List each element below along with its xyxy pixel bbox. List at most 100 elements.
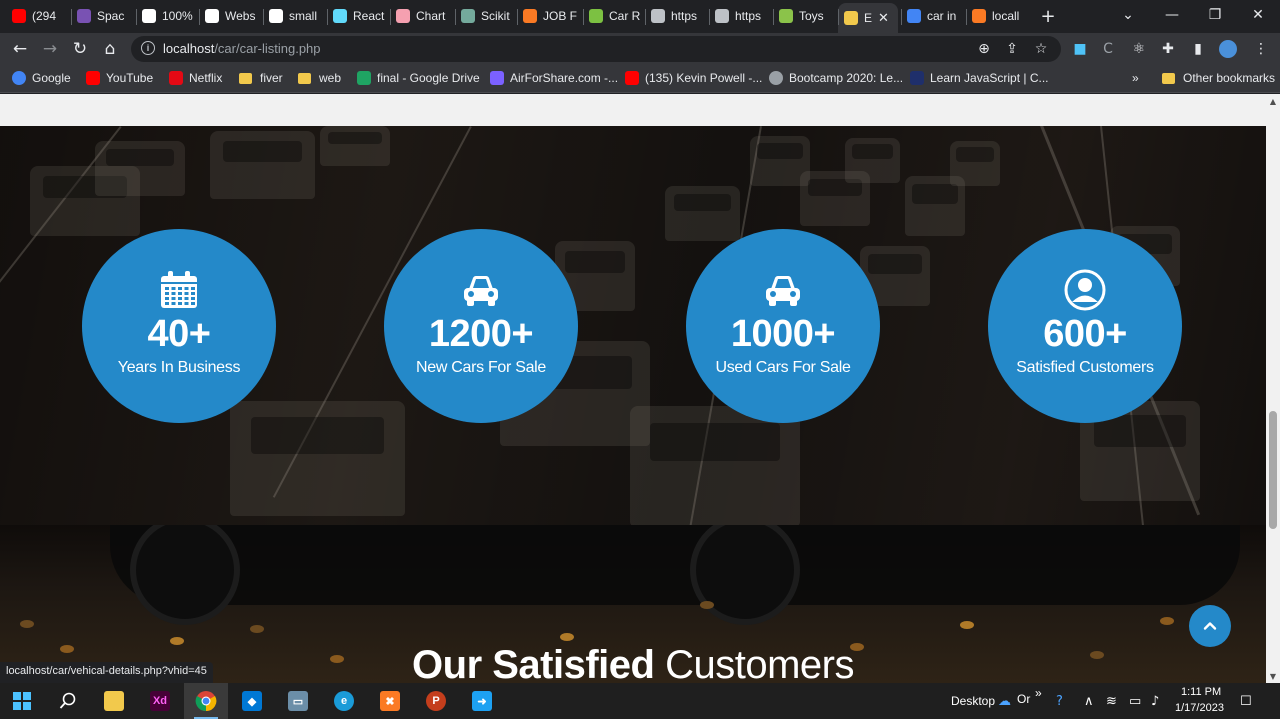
- other-bookmarks[interactable]: Other bookmarks: [1162, 71, 1275, 85]
- back-icon[interactable]: ←: [9, 38, 31, 60]
- browser-tab[interactable]: https: [645, 3, 706, 29]
- side-panel-icon[interactable]: ▮: [1189, 40, 1207, 58]
- browser-tab[interactable]: JOB F: [517, 3, 580, 29]
- xampp-button[interactable]: ✖: [368, 683, 412, 719]
- menu-kebab-icon[interactable]: ⋮: [1252, 40, 1270, 58]
- address-bar[interactable]: i localhost/car/car-listing.php ⊕ ⇪ ☆: [131, 36, 1061, 62]
- heading-light: Customers: [665, 643, 854, 683]
- home-icon[interactable]: ⌂: [99, 38, 121, 60]
- stat-circle: 1000+ Used Cars For Sale: [686, 229, 880, 423]
- page-icon: [844, 11, 858, 25]
- scrollbar-thumb[interactable]: [1269, 411, 1277, 529]
- extension-c-icon[interactable]: C: [1099, 40, 1117, 58]
- browser-tab[interactable]: Toys: [773, 3, 835, 29]
- stat-number: 1000+: [730, 313, 836, 355]
- onedrive-label[interactable]: Or: [1017, 692, 1030, 706]
- browser-tab[interactable]: small: [263, 3, 324, 29]
- window-app-button[interactable]: ▭: [276, 683, 320, 719]
- scroll-to-top-button[interactable]: [1189, 605, 1231, 647]
- site-info-icon[interactable]: i: [141, 41, 155, 55]
- bookmark-item[interactable]: fiver: [239, 71, 283, 85]
- xampp-mountain-icon: [972, 9, 986, 23]
- show-hidden-icons-icon[interactable]: ∧: [1084, 694, 1094, 709]
- browser-tab[interactable]: (294: [6, 3, 68, 29]
- profile-avatar[interactable]: [1219, 40, 1237, 58]
- browser-tab[interactable]: locall: [966, 3, 1032, 29]
- stat-number: 1200+: [428, 313, 534, 355]
- desktop-toolbar-label[interactable]: Desktop: [951, 694, 995, 708]
- new-tab-button[interactable]: +: [1036, 5, 1060, 27]
- car-icon: [762, 269, 804, 311]
- xampp-icon: [523, 9, 537, 23]
- extensions-puzzle-icon[interactable]: ✚: [1159, 40, 1177, 58]
- tab-close-icon[interactable]: ✕: [878, 10, 889, 26]
- browser-tab[interactable]: Car R: [583, 3, 642, 29]
- bookmark-star-icon[interactable]: ☆: [1032, 40, 1050, 58]
- vscode-button[interactable]: ◆: [230, 683, 274, 719]
- scroll-down-arrow-icon[interactable]: ▼: [1266, 669, 1280, 683]
- bookmark-item[interactable]: Bootcamp 2020: Le...: [769, 71, 903, 85]
- search-button[interactable]: [46, 683, 90, 719]
- forward-icon[interactable]: →: [39, 38, 61, 60]
- notifications-icon[interactable]: ☐: [1240, 694, 1252, 709]
- bookmark-item[interactable]: Google: [12, 71, 71, 85]
- browser-tab[interactable]: car in: [901, 3, 963, 29]
- sst-icon: [142, 9, 156, 23]
- car-icon: [460, 269, 502, 311]
- reload-icon[interactable]: ↻: [69, 38, 91, 60]
- browser-tab[interactable]: Webs: [199, 3, 260, 29]
- onedrive-icon[interactable]: ☁: [998, 694, 1011, 709]
- bookmark-label: AirForShare.com -...: [510, 71, 619, 85]
- chrome-button[interactable]: [184, 683, 228, 719]
- clock-time[interactable]: 1:11 PM: [1181, 686, 1221, 698]
- page-scrollbar[interactable]: ▲ ▼: [1266, 94, 1280, 683]
- powerpoint-button[interactable]: P: [414, 683, 458, 719]
- bookmark-item[interactable]: web: [298, 71, 341, 85]
- toolbar-overflow-icon[interactable]: »: [1035, 686, 1042, 700]
- edge-button[interactable]: e: [322, 683, 366, 719]
- tab-active[interactable]: E ✕: [838, 3, 898, 33]
- window-app-icon: ▭: [288, 691, 308, 711]
- browser-tab[interactable]: Spac: [71, 3, 133, 29]
- tab-label: E: [864, 11, 873, 25]
- close-window-button[interactable]: ✕: [1236, 0, 1280, 30]
- snip-app-button[interactable]: ➜: [460, 683, 504, 719]
- bookmark-item[interactable]: AirForShare.com -...: [490, 71, 618, 85]
- extension-react-icon[interactable]: ⚛: [1130, 40, 1148, 58]
- browser-tab[interactable]: React: [327, 3, 387, 29]
- stat-circle: 600+ Satisfied Customers: [988, 229, 1182, 423]
- react-icon: [333, 9, 347, 23]
- bookmarks-overflow-button[interactable]: »: [1132, 71, 1139, 85]
- browser-tab[interactable]: https: [709, 3, 770, 29]
- minimize-button[interactable]: —: [1150, 0, 1194, 30]
- scroll-up-arrow-icon[interactable]: ▲: [1266, 94, 1280, 108]
- browser-tab[interactable]: Scikit: [455, 3, 514, 29]
- help-icon[interactable]: ?: [1056, 694, 1063, 709]
- zoom-icon[interactable]: ⊕: [975, 40, 993, 58]
- bookmark-item[interactable]: Learn JavaScript | C...: [910, 71, 1049, 85]
- powerpoint-icon: P: [426, 691, 446, 711]
- battery-icon[interactable]: ▭: [1129, 694, 1141, 709]
- browser-tab[interactable]: 100%: [136, 3, 196, 29]
- file-explorer-button[interactable]: [92, 683, 136, 719]
- tab-search-icon[interactable]: ⌄: [1106, 0, 1150, 30]
- bookmark-item[interactable]: (135) Kevin Powell -...: [625, 71, 762, 85]
- browser-tab[interactable]: Chart: [390, 3, 452, 29]
- extension-screenshot-icon[interactable]: ■: [1071, 40, 1089, 58]
- wifi-icon[interactable]: ≋: [1106, 694, 1117, 709]
- bookmark-item[interactable]: Netflix: [169, 71, 222, 85]
- share-icon[interactable]: ⇪: [1003, 40, 1021, 58]
- adobe-xd-button[interactable]: Xd: [138, 683, 182, 719]
- maximize-button[interactable]: ❐: [1193, 0, 1237, 30]
- start-button[interactable]: [0, 683, 44, 719]
- adobe-xd-icon: Xd: [150, 691, 170, 711]
- chevron-up-icon: [1203, 622, 1217, 630]
- address-url[interactable]: localhost/car/car-listing.php: [163, 41, 321, 56]
- toys-icon: [779, 9, 793, 23]
- volume-icon[interactable]: ♪: [1151, 694, 1159, 709]
- url-host: localhost: [163, 41, 215, 56]
- clock-date[interactable]: 1/17/2023: [1175, 702, 1224, 714]
- bookmark-item[interactable]: YouTube: [86, 71, 153, 85]
- browser-toolbar: ← → ↻ ⌂ i localhost/car/car-listing.php …: [0, 33, 1280, 65]
- bookmark-item[interactable]: final - Google Drive: [357, 71, 480, 85]
